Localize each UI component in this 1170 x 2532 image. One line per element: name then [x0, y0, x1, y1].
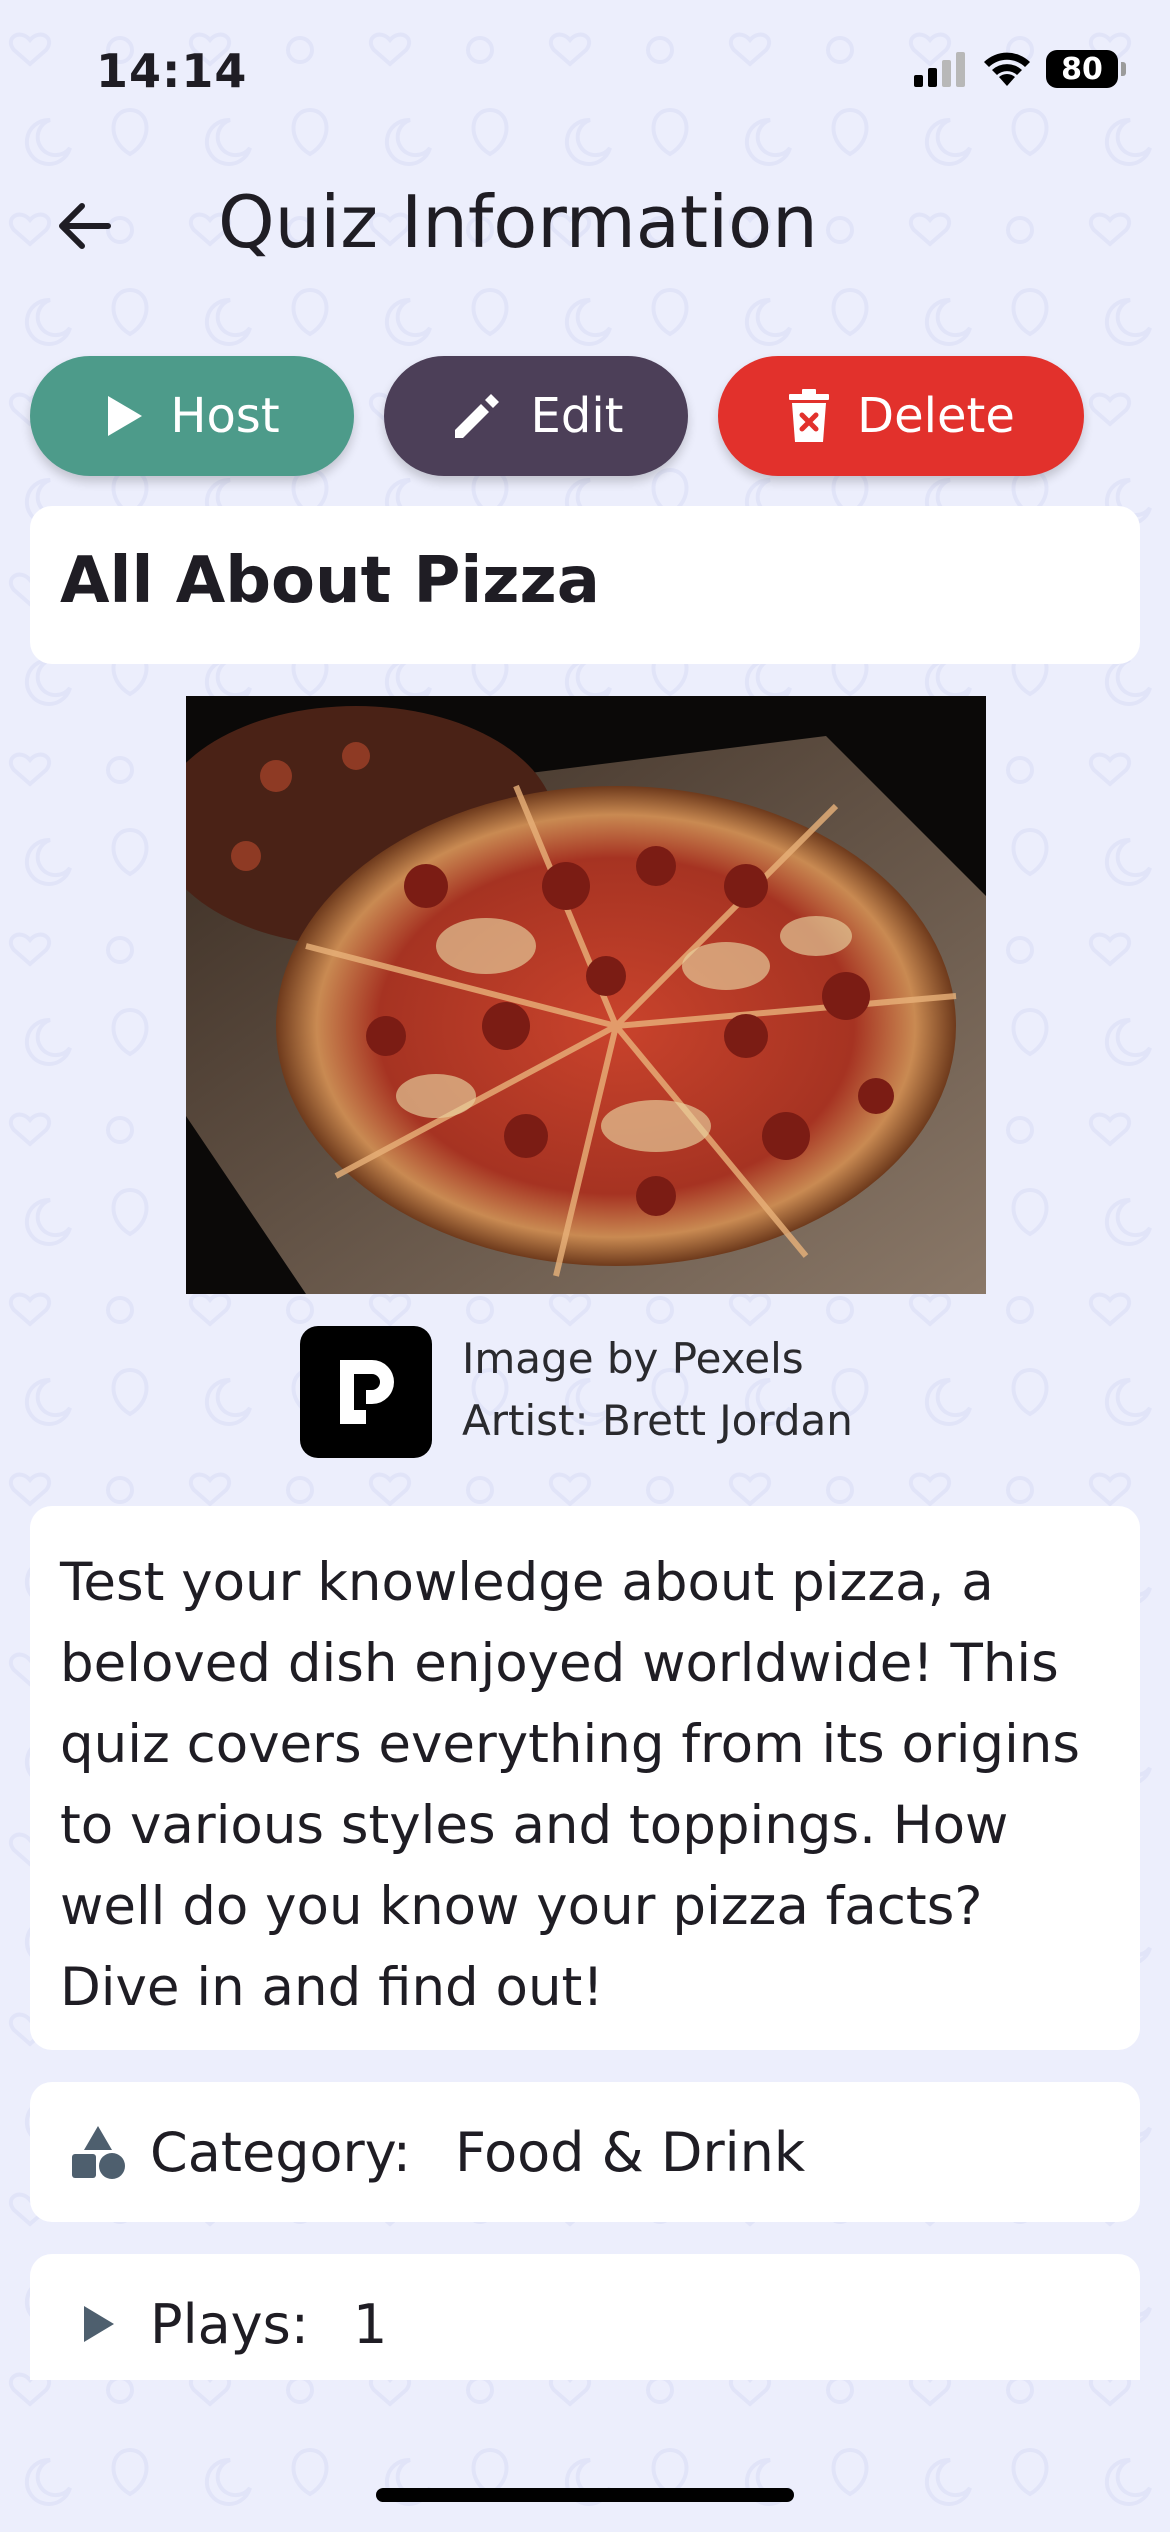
- shapes-icon: [66, 2120, 130, 2184]
- status-icons: 80: [914, 50, 1126, 88]
- plays-value: 1: [352, 2292, 388, 2356]
- trash-icon: [789, 389, 830, 442]
- image-credit: Image by Pexels Artist: Brett Jordan: [300, 1326, 900, 1458]
- app-header: Quiz Information: [0, 160, 1170, 285]
- edit-button[interactable]: Edit: [384, 356, 688, 476]
- status-bar: 14:14 80: [0, 0, 1170, 150]
- delete-label: Delete: [857, 388, 1015, 444]
- play-count-icon: [66, 2292, 130, 2356]
- description-card: Test your knowledge about pizza, a belov…: [30, 1506, 1140, 2050]
- category-row: Category: Food & Drink: [66, 2082, 805, 2222]
- plays-label: Plays:: [150, 2292, 309, 2356]
- home-indicator[interactable]: [376, 2488, 794, 2502]
- plays-card: Plays: 1: [30, 2254, 1140, 2380]
- status-time: 14:14: [96, 44, 248, 98]
- quiz-title-card: All About Pizza: [30, 506, 1140, 664]
- category-label: Category:: [150, 2120, 411, 2184]
- signal-icon: [914, 52, 965, 87]
- quiz-description: Test your knowledge about pizza, a belov…: [60, 1552, 1080, 2018]
- page-title: Quiz Information: [218, 180, 818, 264]
- category-card: Category: Food & Drink: [30, 2082, 1140, 2222]
- pexels-logo: [300, 1326, 432, 1458]
- plays-row: Plays: 1: [66, 2254, 387, 2394]
- quiz-image: [186, 696, 986, 1294]
- host-button[interactable]: Host: [30, 356, 354, 476]
- pizza-photo: [186, 696, 986, 1294]
- battery-icon: 80: [1046, 50, 1126, 88]
- pexels-icon: [340, 1360, 394, 1424]
- arrow-left-icon: [59, 203, 111, 249]
- category-value: Food & Drink: [454, 2120, 806, 2184]
- credit-source: Image by Pexels: [462, 1334, 804, 1383]
- wifi-icon: [984, 52, 1030, 86]
- back-button[interactable]: [48, 190, 120, 262]
- play-icon: [108, 396, 143, 436]
- host-label: Host: [170, 388, 280, 444]
- delete-button[interactable]: Delete: [718, 356, 1084, 476]
- credit-artist: Artist: Brett Jordan: [462, 1396, 853, 1445]
- pencil-icon: [454, 394, 499, 438]
- quiz-title: All About Pizza: [60, 544, 600, 618]
- edit-label: Edit: [530, 388, 624, 444]
- action-buttons: Host Edit Delete: [30, 356, 1140, 478]
